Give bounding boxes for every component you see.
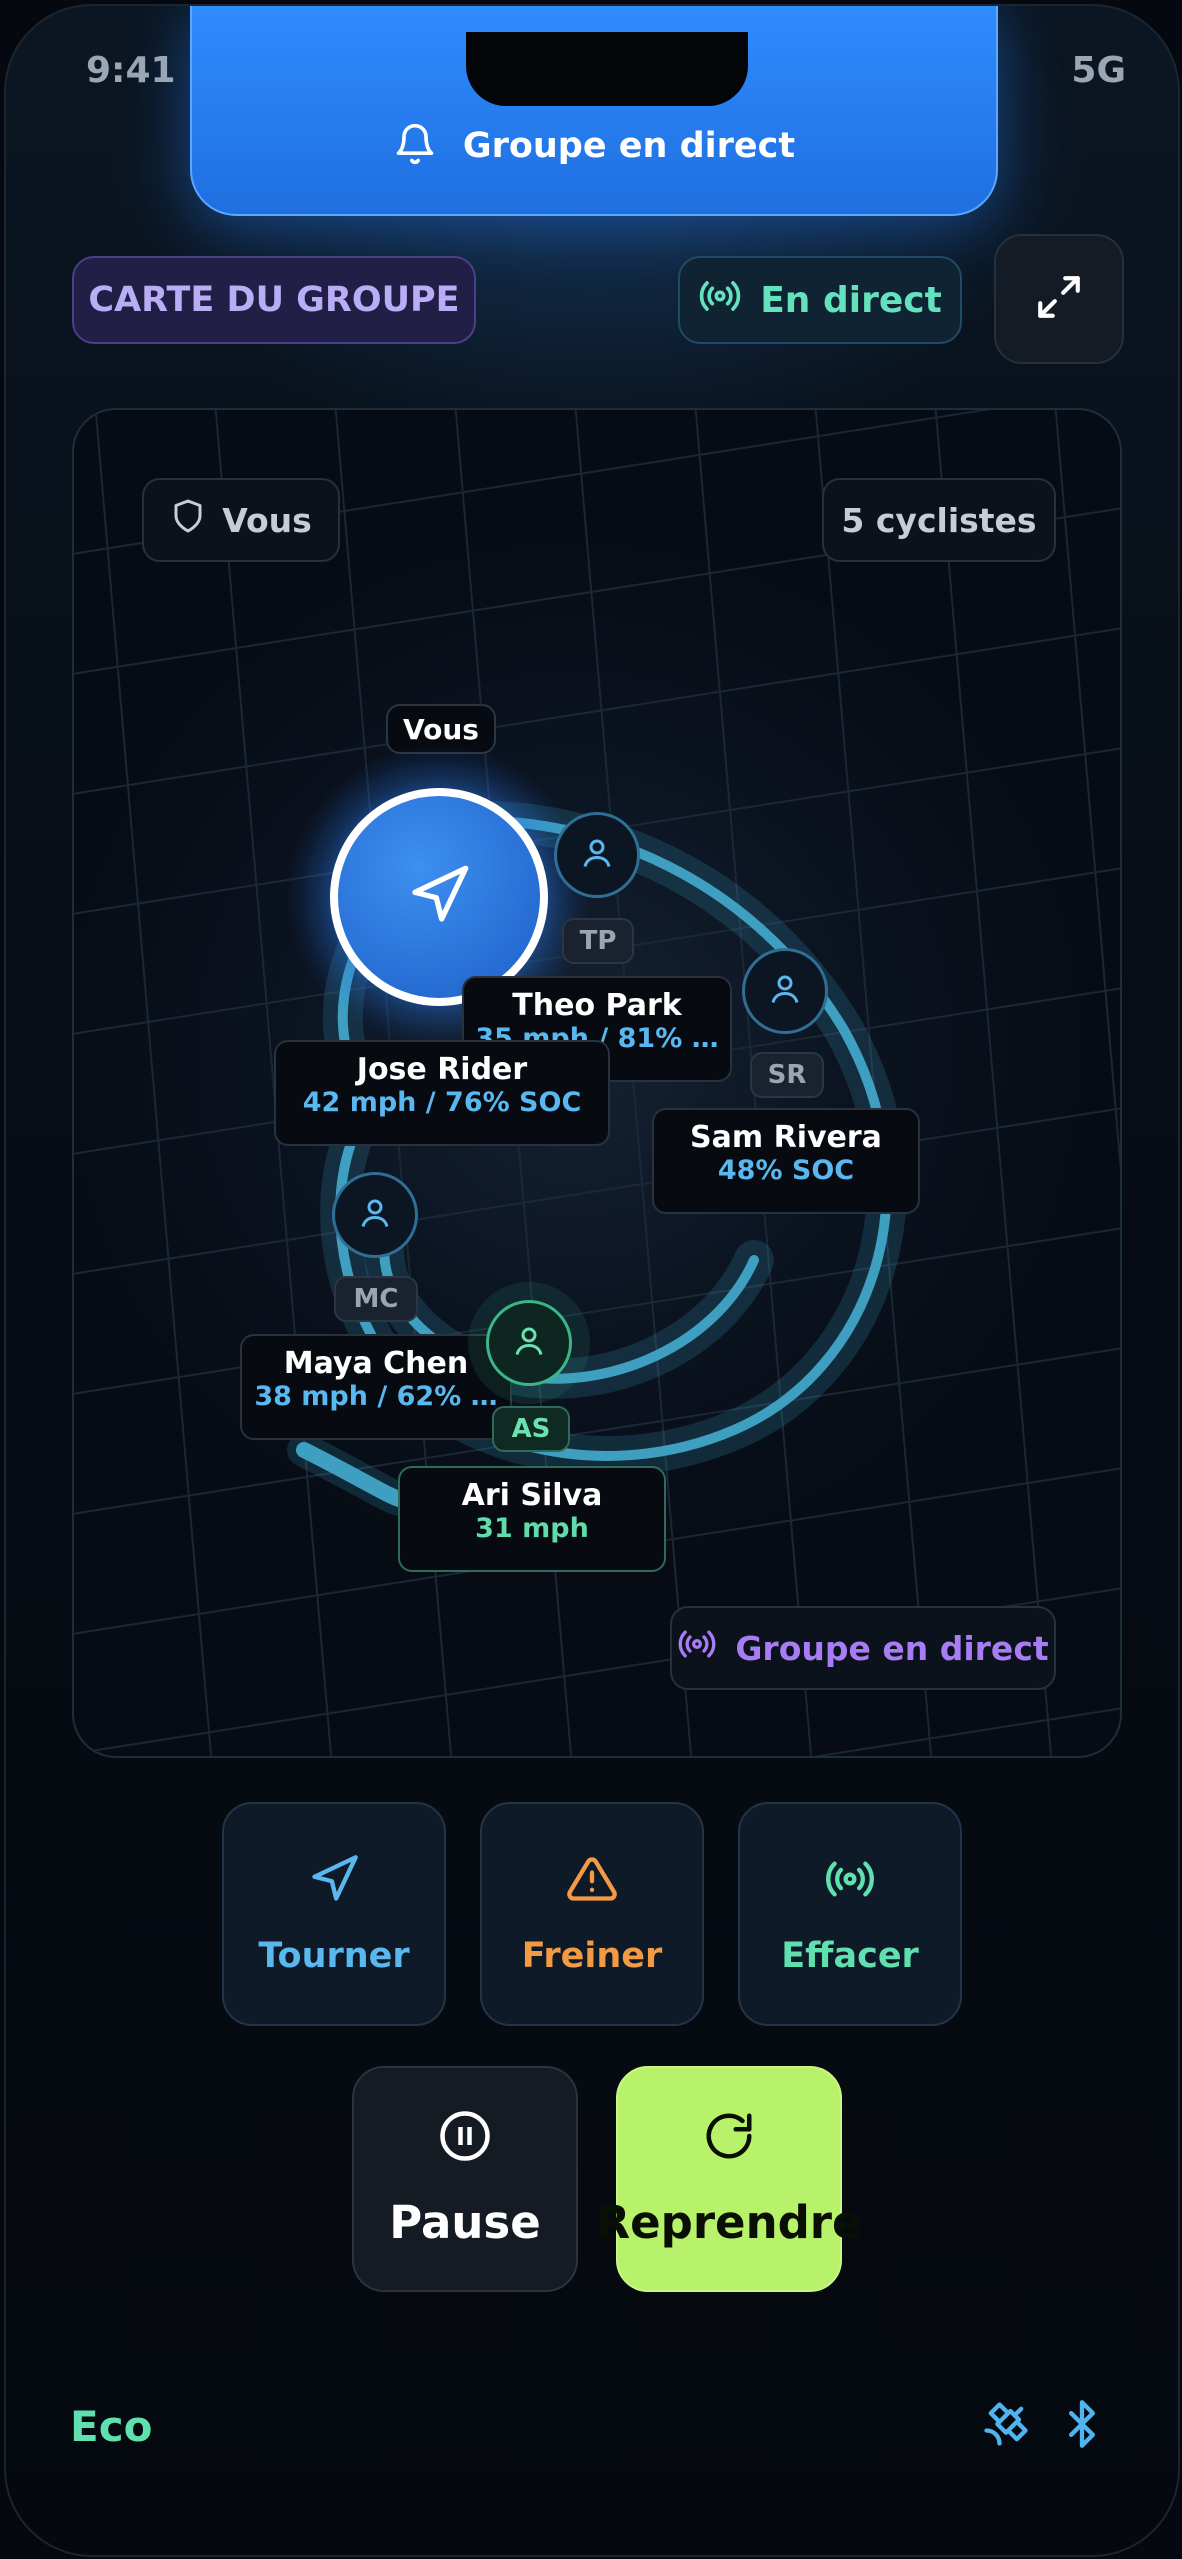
camera-notch <box>466 32 748 106</box>
live-group-banner[interactable]: Groupe en direct <box>190 6 998 216</box>
user-icon <box>579 835 615 875</box>
live-status-label: En direct <box>760 279 942 321</box>
rider-stats: 31 mph <box>475 1513 589 1544</box>
navigation-arrow-icon <box>407 863 471 931</box>
brake-button-label: Freiner <box>521 1935 663 1976</box>
banner-label: Groupe en direct <box>462 126 796 166</box>
navigation-arrow-icon <box>308 1853 360 1914</box>
broadcast-icon <box>698 274 742 327</box>
turn-button-label: Tourner <box>258 1935 410 1976</box>
warning-triangle-icon <box>566 1853 618 1914</box>
rider-label-ari-silva[interactable]: Ari Silva 31 mph <box>398 1466 666 1572</box>
turn-button[interactable]: Tourner <box>222 1802 446 2026</box>
ride-mode[interactable]: Eco <box>70 2402 152 2451</box>
group-map-title: CARTE DU GROUPE <box>72 256 476 344</box>
rider-initials-mc: MC <box>334 1276 418 1322</box>
brake-button[interactable]: Freiner <box>480 1802 704 2026</box>
resume-button[interactable]: Reprendre <box>595 2066 863 2292</box>
rider-initials-sr: SR <box>750 1052 824 1098</box>
rider-label-maya-chen[interactable]: Maya Chen 38 mph / 62% … <box>240 1334 512 1440</box>
live-group-chip[interactable]: Groupe en direct <box>670 1606 1056 1690</box>
rider-avatar-sr[interactable] <box>742 948 828 1034</box>
pause-icon <box>438 2109 492 2174</box>
system-icons <box>980 2398 1108 2454</box>
clear-button-label: Effacer <box>781 1935 919 1976</box>
user-icon <box>357 1195 393 1235</box>
rider-stats: 42 mph / 76% SOC <box>302 1087 582 1118</box>
group-map[interactable]: Vous 5 cyclistes Vous TP Theo Park 35 mp… <box>72 408 1122 1758</box>
pause-label: Pause <box>389 2196 541 2249</box>
pause-button[interactable]: Pause <box>352 2066 578 2292</box>
broadcast-icon <box>677 1624 717 1672</box>
rider-initials-as: AS <box>492 1406 570 1452</box>
rider-count-label: 5 cyclistes <box>841 500 1037 540</box>
live-status-pill[interactable]: En direct <box>678 256 962 344</box>
user-icon <box>767 971 803 1011</box>
rider-stats: 48% SOC <box>717 1155 855 1186</box>
live-group-chip-label: Groupe en direct <box>735 1628 1049 1668</box>
phone-screen: Groupe en direct 9:41 5G CARTE DU GROUPE… <box>4 4 1180 2557</box>
status-time: 9:41 <box>86 50 176 91</box>
rider-avatar-tp[interactable] <box>554 812 640 898</box>
satellite-icon <box>980 2398 1032 2454</box>
expand-map-button[interactable] <box>994 234 1124 364</box>
clear-button[interactable]: Effacer <box>738 1802 962 2026</box>
expand-icon <box>1034 272 1084 326</box>
rider-avatar-mc[interactable] <box>332 1172 418 1258</box>
resume-label: Reprendre <box>595 2196 863 2249</box>
rider-name: Ari Silva <box>461 1478 603 1513</box>
bluetooth-icon <box>1056 2398 1108 2454</box>
refresh-icon <box>702 2109 756 2174</box>
rider-stats: 38 mph / 62% … <box>254 1381 498 1412</box>
rider-name: Sam Rivera <box>690 1120 882 1155</box>
status-network: 5G <box>1071 50 1126 91</box>
shield-icon <box>170 498 206 542</box>
rider-initials-tp: TP <box>562 918 634 964</box>
you-chip[interactable]: Vous <box>142 478 340 562</box>
me-marker[interactable] <box>330 788 548 1006</box>
broadcast-icon <box>824 1853 876 1914</box>
rider-name: Theo Park <box>512 988 682 1023</box>
rider-name: Jose Rider <box>356 1052 528 1087</box>
bell-icon <box>393 122 437 170</box>
you-chip-label: Vous <box>222 500 312 540</box>
rider-name: Maya Chen <box>283 1346 469 1381</box>
rider-label-jose-rider[interactable]: Jose Rider 42 mph / 76% SOC <box>274 1040 610 1146</box>
rider-avatar-as[interactable] <box>486 1300 572 1386</box>
rider-label-sam-rivera[interactable]: Sam Rivera 48% SOC <box>652 1108 920 1214</box>
user-icon <box>511 1323 547 1363</box>
rider-count-chip: 5 cyclistes <box>822 478 1056 562</box>
